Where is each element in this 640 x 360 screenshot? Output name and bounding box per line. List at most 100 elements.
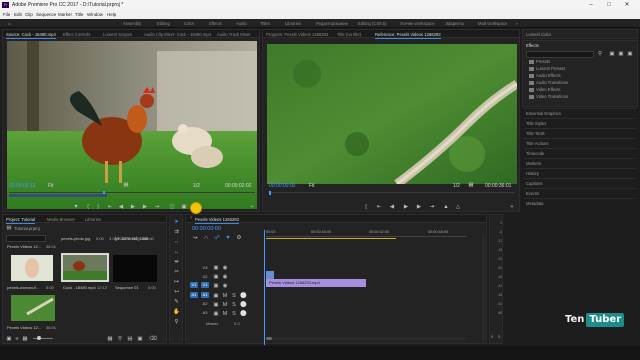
clear-icon[interactable]: ⌫ <box>149 336 157 342</box>
mute-a1-icon[interactable]: M <box>222 293 228 299</box>
project-item-name-top[interactable]: Pexels Videos 12... <box>7 244 41 249</box>
effects-folder-audio-transitions[interactable]: Audio Transitions <box>529 80 568 85</box>
effects-folder-video-effects[interactable]: Video Effects <box>529 87 561 92</box>
toggle-output-v1-icon[interactable]: ◉ <box>222 283 228 289</box>
voice-over-a1-icon[interactable]: ⚪ <box>240 293 247 299</box>
meter-solo-left[interactable]: S <box>491 335 493 339</box>
yuv-effects-icon[interactable]: ▣ <box>627 51 633 57</box>
close-icon[interactable]: ✕ <box>622 1 632 9</box>
source-video-frame[interactable] <box>7 41 257 209</box>
program-step-back-icon[interactable]: ◀ <box>389 204 395 210</box>
menu-title[interactable]: Title <box>75 12 83 17</box>
zoom-slider-thumb[interactable] <box>37 336 41 340</box>
insert-icon[interactable]: ◫ <box>169 204 175 210</box>
extract-icon[interactable]: △ <box>455 204 461 210</box>
zoom-slider[interactable] <box>33 338 53 339</box>
linked-selection-icon[interactable]: ☍ <box>214 235 220 241</box>
tab-libraries[interactable]: Libraries <box>85 217 101 222</box>
meter-solo-right[interactable]: S <box>498 335 500 339</box>
project-item-name-6[interactable]: Pexels Videos 12... <box>7 325 41 330</box>
sync-lock-a3-icon[interactable]: ▣ <box>213 311 219 317</box>
program-go-to-in-icon[interactable]: ⇤ <box>376 204 382 210</box>
timeline-playhead[interactable] <box>264 230 265 345</box>
timeline-timecode[interactable]: 00:00:00:00 <box>192 226 221 232</box>
source-patch-a1[interactable]: A1 <box>190 292 198 298</box>
program-video-frame[interactable] <box>267 44 517 184</box>
source-add-button-icon[interactable]: + <box>249 204 255 210</box>
tab-source[interactable]: Source: Cock - 18480.mp4 <box>6 32 56 39</box>
tab-lumetri-scopes[interactable]: Lumetri Scopes <box>103 32 132 37</box>
tab-title[interactable]: Title (no title) <box>337 32 361 37</box>
menu-marker[interactable]: Marker <box>58 12 72 17</box>
toggle-output-v3-icon[interactable]: ◉ <box>222 265 228 271</box>
program-fit-dropdown[interactable]: Fit <box>309 183 315 189</box>
sync-lock-a1-icon[interactable]: ▣ <box>213 293 219 299</box>
project-thumb-0[interactable] <box>11 255 53 281</box>
project-thumb-sequence[interactable] <box>113 255 157 282</box>
project-item-name-0[interactable]: pexels-woman-fl... <box>7 285 39 290</box>
solo-a2-icon[interactable]: S <box>231 302 237 308</box>
panel-timecode[interactable]: Timecode <box>524 148 636 157</box>
32bit-effects-icon[interactable]: ▣ <box>618 51 624 57</box>
menu-edit[interactable]: Edit <box>14 12 22 17</box>
lock-icon[interactable]: ▣ <box>6 336 12 342</box>
workspace-editing[interactable]: Editing <box>157 21 170 26</box>
workspace-editing-ru[interactable]: Редактирование <box>316 21 348 26</box>
source-time-ruler[interactable] <box>9 192 255 193</box>
track-v3-label[interactable]: V3 <box>201 265 209 271</box>
snap-icon[interactable]: ∩ <box>203 235 209 241</box>
workspace-effects[interactable]: Effects <box>209 21 222 26</box>
track-a2-label[interactable]: A2 <box>201 301 209 307</box>
timeline-horizontal-scrollbar[interactable] <box>266 337 466 340</box>
solo-a3-icon[interactable]: S <box>231 311 237 317</box>
master-track-value[interactable]: 0.0 <box>234 321 240 326</box>
wrench-icon[interactable]: ▦ <box>123 182 129 188</box>
tab-reference[interactable]: Reference: Pexels Videos 1266293 <box>375 32 441 39</box>
icon-view-icon[interactable]: ▦ <box>22 336 28 342</box>
automate-icon[interactable]: ▦ <box>107 336 113 342</box>
home-icon[interactable]: ⌂ <box>8 21 11 26</box>
effects-search-input[interactable] <box>526 51 594 58</box>
voice-over-a2-icon[interactable]: ⚪ <box>240 302 247 308</box>
project-thumb-selected[interactable] <box>61 253 109 282</box>
menu-clip[interactable]: Clip <box>25 12 33 17</box>
project-item-name-1[interactable]: pexels-photo.jpg <box>61 236 90 241</box>
rate-stretch-tool-icon[interactable]: ⇹ <box>173 259 180 265</box>
tab-audio-clip-mixer[interactable]: Audio Clip Mixer: Cock - 18480.mp4 <box>144 32 211 37</box>
source-timecode-in[interactable]: 00:00:00:12 <box>9 183 35 189</box>
source-fit-dropdown[interactable]: Fit <box>48 183 54 189</box>
program-wrench-icon[interactable]: ▦ <box>468 182 474 188</box>
project-thumb-aerial[interactable] <box>11 295 55 321</box>
panel-title-tools[interactable]: Title Tools <box>524 128 636 137</box>
program-playhead[interactable] <box>269 191 271 195</box>
go-to-out-icon[interactable]: ⇥ <box>154 204 160 210</box>
timeline-vertical-scrollbar[interactable] <box>482 235 485 341</box>
add-marker-icon[interactable]: ▼ <box>73 204 79 210</box>
workspace-audio[interactable]: Audio <box>236 21 247 26</box>
step-forward-icon[interactable]: ▶ <box>142 204 148 210</box>
panel-metadata[interactable]: Metadata <box>524 198 636 207</box>
accelerated-effects-icon[interactable]: ▣ <box>609 51 615 57</box>
program-go-to-out-icon[interactable]: ⇥ <box>429 204 435 210</box>
effects-folder-audio-effects[interactable]: Audio Effects <box>529 73 561 78</box>
work-area-bar[interactable] <box>266 238 396 239</box>
pen-tool-icon[interactable]: ✎ <box>173 299 180 305</box>
workspace-assembly[interactable]: Assembly <box>123 21 141 26</box>
timeline-add-marker-icon[interactable]: ▼ <box>225 235 231 241</box>
lumetri-color-title[interactable]: Lumetri Color <box>526 32 551 37</box>
tab-program[interactable]: Program: Pexels Videos 1266293 <box>266 32 328 37</box>
program-timecode-in[interactable]: 00:00:00:00 <box>269 183 295 189</box>
selection-tool-icon[interactable]: ➤ <box>173 219 180 225</box>
lift-icon[interactable]: ▲ <box>443 204 449 210</box>
hand-tool-icon[interactable]: ✋ <box>173 309 180 315</box>
sync-lock-v3-icon[interactable]: ▣ <box>213 265 219 271</box>
maximize-icon[interactable]: □ <box>604 1 614 9</box>
workspace-editing-cs55[interactable]: Editing (CS5.5) <box>358 21 386 26</box>
effects-title[interactable]: Effects <box>526 43 539 48</box>
panel-history[interactable]: History <box>524 168 636 177</box>
track-a1-label[interactable]: A1 <box>201 292 209 298</box>
program-mark-in-icon[interactable]: { <box>363 204 369 210</box>
solo-a1-icon[interactable]: S <box>231 293 237 299</box>
program-play-icon[interactable]: ▶ <box>403 204 409 210</box>
panel-essential-graphics[interactable]: Essential Graphics <box>524 108 636 117</box>
